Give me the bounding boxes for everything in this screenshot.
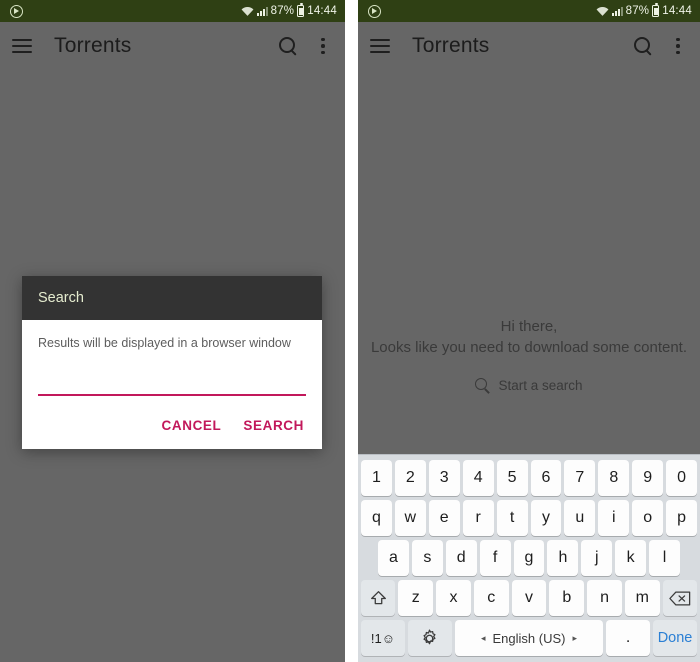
phone-screen-right: 87% 14:44 Torrents Hi there, Looks like … xyxy=(358,0,700,662)
more-vertical-icon[interactable] xyxy=(313,36,333,56)
key-m[interactable]: m xyxy=(624,580,660,616)
key-w[interactable]: w xyxy=(394,500,426,536)
keyboard-row-home: asdfghjkl xyxy=(361,540,697,576)
key-o[interactable]: o xyxy=(632,500,664,536)
on-screen-keyboard: 1234567890 qwertyuiop asdfghjkl zxcvbnm … xyxy=(358,454,700,662)
app-toolbar-right: Torrents xyxy=(358,22,700,70)
key-p[interactable]: p xyxy=(666,500,698,536)
backspace-icon xyxy=(669,590,691,606)
symbols-key[interactable]: !1☺ xyxy=(361,620,405,656)
key-t[interactable]: t xyxy=(496,500,528,536)
key-8[interactable]: 8 xyxy=(598,460,630,496)
key-x[interactable]: x xyxy=(436,580,471,616)
battery-percent: 87% xyxy=(270,5,295,17)
screenshot-stage: 87% 14:44 Torrents Search Results will b… xyxy=(0,0,700,662)
key-s[interactable]: s xyxy=(411,540,443,576)
search-dialog-left: Search Results will be displayed in a br… xyxy=(22,276,322,449)
key-u[interactable]: u xyxy=(564,500,596,536)
start-a-search-action[interactable]: Start a search xyxy=(358,378,700,393)
key-y[interactable]: y xyxy=(530,500,562,536)
status-clock: 14:44 xyxy=(307,5,337,17)
search-button[interactable]: SEARCH xyxy=(243,418,304,433)
key-9[interactable]: 9 xyxy=(632,460,664,496)
settings-key[interactable] xyxy=(407,620,452,656)
key-q[interactable]: q xyxy=(360,500,392,536)
key-g[interactable]: g xyxy=(513,540,545,576)
empty-state-line1: Hi there, xyxy=(500,318,558,335)
page-title: Torrents xyxy=(54,34,132,57)
status-bar-right: 87% 14:44 xyxy=(358,0,700,22)
cellular-signal-icon xyxy=(611,6,623,16)
key-j[interactable]: j xyxy=(581,540,613,576)
key-k[interactable]: k xyxy=(615,540,647,576)
wifi-icon xyxy=(596,6,609,17)
key-c[interactable]: c xyxy=(473,580,509,616)
cancel-button[interactable]: CANCEL xyxy=(162,418,222,433)
keyboard-row-bottom: zxcvbnm xyxy=(361,580,697,616)
key-e[interactable]: e xyxy=(428,500,460,536)
language-next-icon: ▸ xyxy=(572,632,578,643)
phone-screen-left: 87% 14:44 Torrents Search Results will b… xyxy=(0,0,345,662)
key-h[interactable]: h xyxy=(547,540,579,576)
key-6[interactable]: 6 xyxy=(530,460,562,496)
panel-divider xyxy=(345,0,358,662)
language-label: English (US) xyxy=(492,630,566,646)
done-key[interactable]: Done xyxy=(653,620,698,656)
key-0[interactable]: 0 xyxy=(666,460,698,496)
dialog-hint: Results will be displayed in a browser w… xyxy=(38,336,291,350)
key-5[interactable]: 5 xyxy=(496,460,528,496)
period-key[interactable]: . xyxy=(606,620,651,656)
key-2[interactable]: 2 xyxy=(394,460,426,496)
language-switch-key[interactable]: ◂ English (US) ▸ xyxy=(454,620,604,656)
dialog-title: Search xyxy=(22,276,322,320)
key-f[interactable]: f xyxy=(479,540,511,576)
wifi-icon xyxy=(241,6,254,17)
hamburger-menu-icon[interactable] xyxy=(370,39,390,53)
battery-percent: 87% xyxy=(625,5,650,17)
shift-arrow-icon xyxy=(370,590,386,604)
search-icon[interactable] xyxy=(277,35,299,57)
battery-icon xyxy=(652,3,660,17)
keyboard-row-top: qwertyuiop xyxy=(360,500,698,536)
key-l[interactable]: l xyxy=(649,540,681,576)
status-clock: 14:44 xyxy=(662,5,692,17)
keyboard-row-numbers: 1234567890 xyxy=(360,460,698,496)
hamburger-menu-icon[interactable] xyxy=(12,39,32,53)
status-bar-left: 87% 14:44 xyxy=(0,0,345,22)
key-7[interactable]: 7 xyxy=(564,460,596,496)
gear-icon xyxy=(423,629,436,644)
key-i[interactable]: i xyxy=(598,500,630,536)
key-z[interactable]: z xyxy=(398,580,434,616)
search-icon xyxy=(475,378,490,393)
backspace-key[interactable] xyxy=(662,580,697,616)
key-a[interactable]: a xyxy=(378,540,409,576)
keyboard-row-function: !1☺ ◂ English (US) ▸ . Done xyxy=(361,620,698,656)
cellular-signal-icon xyxy=(256,6,268,16)
key-4[interactable]: 4 xyxy=(462,460,494,496)
key-r[interactable]: r xyxy=(462,500,494,536)
key-n[interactable]: n xyxy=(587,580,622,616)
app-toolbar-left: Torrents xyxy=(0,22,345,70)
key-b[interactable]: b xyxy=(549,580,585,616)
key-3[interactable]: 3 xyxy=(428,460,460,496)
shift-key[interactable] xyxy=(361,580,396,616)
empty-state-line2: Looks like you need to download some con… xyxy=(370,339,688,356)
torrent-app-icon xyxy=(368,4,381,18)
battery-icon xyxy=(297,3,305,17)
key-v[interactable]: v xyxy=(511,580,547,616)
key-d[interactable]: d xyxy=(445,540,477,576)
more-vertical-icon[interactable] xyxy=(668,36,688,56)
key-1[interactable]: 1 xyxy=(360,460,392,496)
language-prev-icon: ◂ xyxy=(480,632,486,643)
torrent-app-icon xyxy=(10,4,23,18)
empty-state: Hi there, Looks like you need to downloa… xyxy=(358,318,700,393)
search-icon[interactable] xyxy=(632,35,654,57)
start-a-search-label: Start a search xyxy=(498,378,583,393)
search-input[interactable] xyxy=(38,370,306,396)
page-title: Torrents xyxy=(412,34,490,57)
